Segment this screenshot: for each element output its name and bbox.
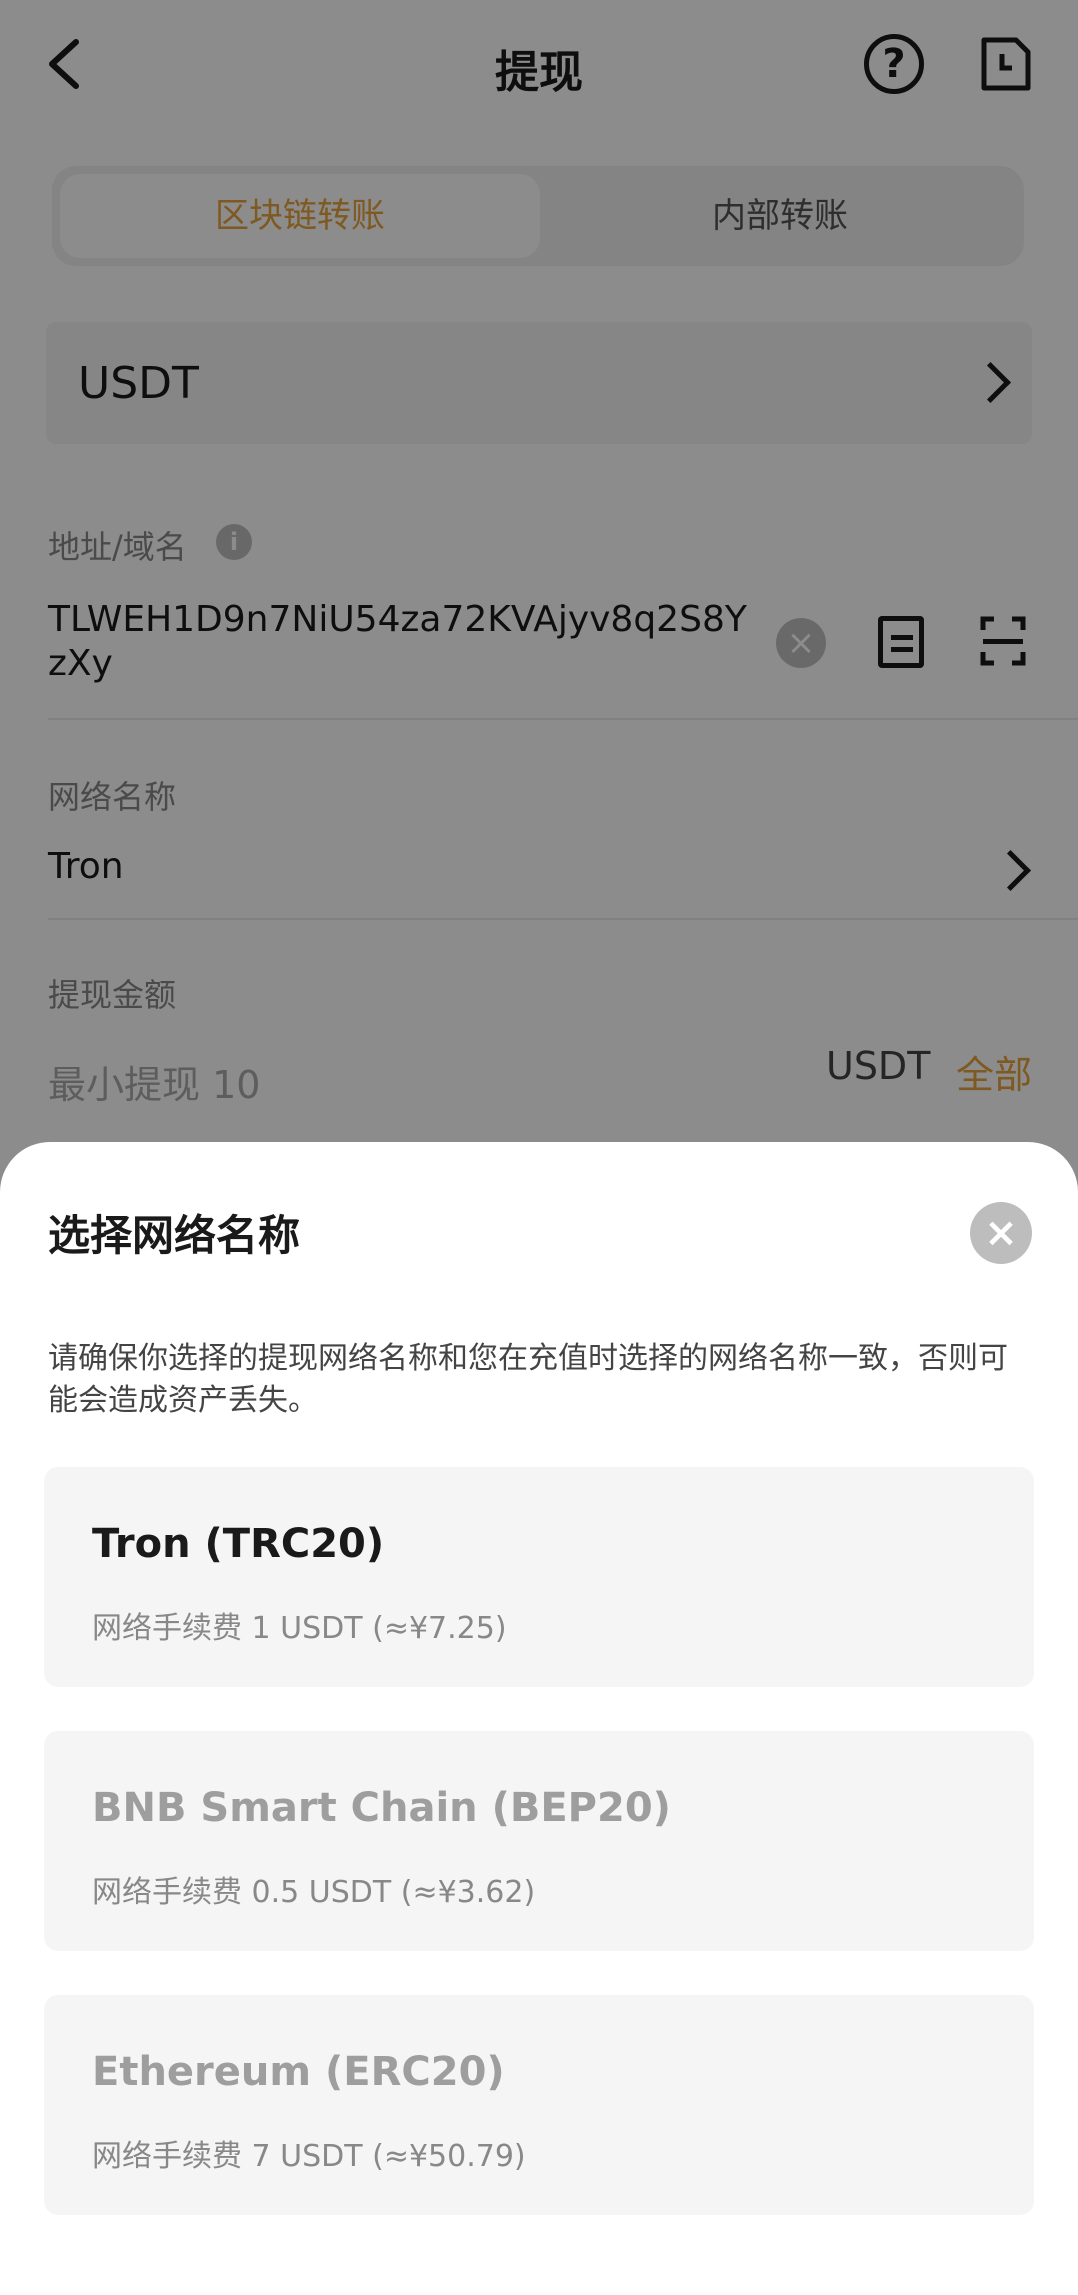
network-option-tron[interactable]: Tron (TRC20) 网络手续费 1 USDT (≈¥7.25) xyxy=(44,1467,1034,1687)
sheet-title: 选择网络名称 xyxy=(48,1211,301,1260)
network-select-sheet: 选择网络名称 × 请确保你选择的提现网络名称和您在充值时选择的网络名称一致，否则… xyxy=(0,1142,1078,2295)
network-option-ethereum: Ethereum (ERC20) 网络手续费 7 USDT (≈¥50.79) xyxy=(44,1995,1034,2215)
network-option-name: Tron (TRC20) xyxy=(92,1521,385,1567)
network-option-bnb: BNB Smart Chain (BEP20) 网络手续费 0.5 USDT (… xyxy=(44,1731,1034,1951)
network-option-fee: 网络手续费 7 USDT (≈¥50.79) xyxy=(92,2139,526,2174)
network-option-name: BNB Smart Chain (BEP20) xyxy=(92,1785,671,1831)
network-option-name: Ethereum (ERC20) xyxy=(92,2049,505,2095)
network-option-fee: 网络手续费 1 USDT (≈¥7.25) xyxy=(92,1611,507,1646)
sheet-warning: 请确保你选择的提现网络名称和您在充值时选择的网络名称一致，否则可能会造成资产丢失… xyxy=(48,1341,1008,1418)
network-option-fee: 网络手续费 0.5 USDT (≈¥3.62) xyxy=(92,1875,536,1910)
close-icon[interactable]: × xyxy=(970,1202,1032,1264)
